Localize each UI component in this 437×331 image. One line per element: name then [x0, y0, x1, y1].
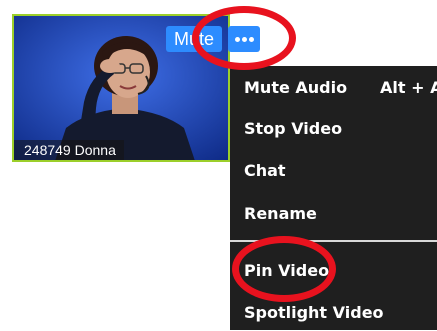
participant-name-label: 248749 Donna	[14, 140, 124, 160]
menu-item-chat[interactable]: Chat	[230, 153, 437, 189]
highlight-circle-pin-video	[232, 236, 336, 302]
menu-item-rename[interactable]: Rename	[230, 196, 437, 232]
menu-item-spotlight-video[interactable]: Spotlight Video	[230, 295, 437, 331]
menu-item-stop-video[interactable]: Stop Video	[230, 111, 437, 147]
highlight-circle-more-options	[192, 6, 296, 70]
menu-item-label: Chat	[244, 161, 286, 180]
menu-item-mute-audio[interactable]: Mute Audio Alt + A	[230, 70, 437, 106]
menu-item-label: Stop Video	[244, 119, 343, 138]
shortcut-hint: Alt + A	[380, 78, 437, 97]
menu-item-label: Spotlight Video	[244, 303, 384, 322]
menu-item-label: Rename	[244, 204, 317, 223]
menu-item-label: Mute Audio	[244, 78, 348, 97]
